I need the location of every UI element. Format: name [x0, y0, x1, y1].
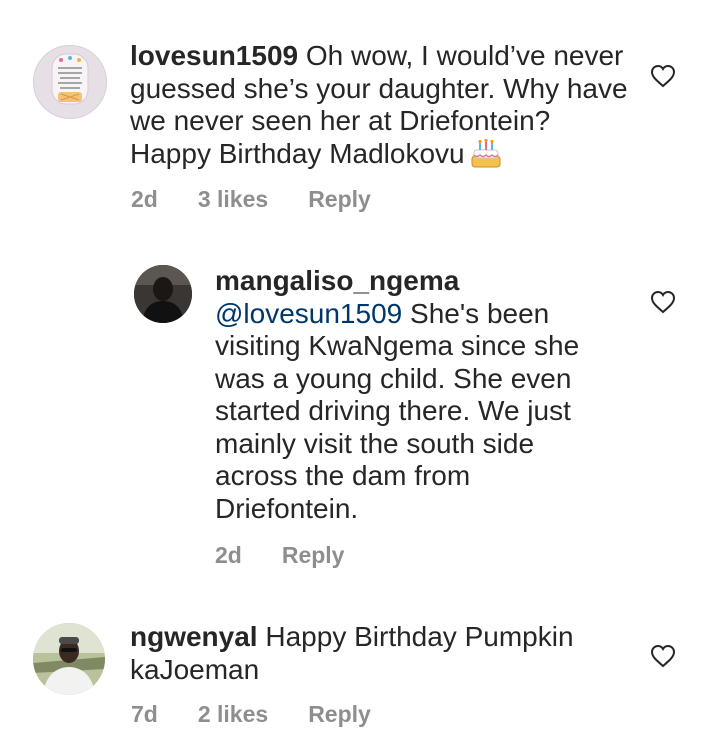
comment-meta: 2d Reply: [215, 542, 384, 569]
comment-age: 7d: [131, 701, 158, 727]
comment-age: 2d: [215, 542, 242, 568]
comment-item: lovesun1509 Oh wow, I would’ve never gue…: [0, 0, 720, 230]
like-count[interactable]: 3 likes: [198, 186, 268, 213]
heart-icon[interactable]: [650, 290, 676, 314]
reply-button[interactable]: Reply: [308, 701, 371, 728]
comment-body: ngwenyal Happy Birthday Pumpkin kaJoeman: [130, 621, 610, 686]
heart-icon[interactable]: [650, 644, 676, 668]
reply-button[interactable]: Reply: [282, 542, 345, 569]
avatar[interactable]: [33, 45, 107, 119]
reply-comment-item: mangaliso_ngema @lovesun1509 She's been …: [0, 230, 720, 585]
ice-cream-sticker-icon: [51, 53, 89, 105]
comment-item: ngwenyal Happy Birthday Pumpkin kaJoeman…: [0, 585, 720, 751]
reply-button[interactable]: Reply: [308, 186, 371, 213]
comment-meta: 7d 2 likes Reply: [131, 701, 411, 728]
avatar[interactable]: [33, 623, 105, 695]
like-count[interactable]: 2 likes: [198, 701, 268, 728]
comment-text: She's been visiting KwaNgema since she w…: [215, 297, 580, 524]
mention-link[interactable]: @lovesun1509: [215, 298, 402, 329]
comment-username[interactable]: mangaliso_ngema: [215, 265, 459, 296]
avatar[interactable]: [134, 265, 192, 323]
birthday-cake-icon: [469, 138, 503, 177]
person-photo-icon: [134, 265, 192, 323]
comment-body: lovesun1509 Oh wow, I would’ve never gue…: [130, 40, 630, 176]
comment-age: 2d: [131, 186, 158, 212]
comment-username[interactable]: ngwenyal: [130, 621, 258, 652]
person-photo-icon: [33, 623, 105, 695]
comment-username[interactable]: lovesun1509: [130, 40, 298, 71]
comment-body: mangaliso_ngema @lovesun1509 She's been …: [215, 265, 595, 525]
comment-meta: 2d 3 likes Reply: [131, 186, 411, 213]
heart-icon[interactable]: [650, 64, 676, 88]
